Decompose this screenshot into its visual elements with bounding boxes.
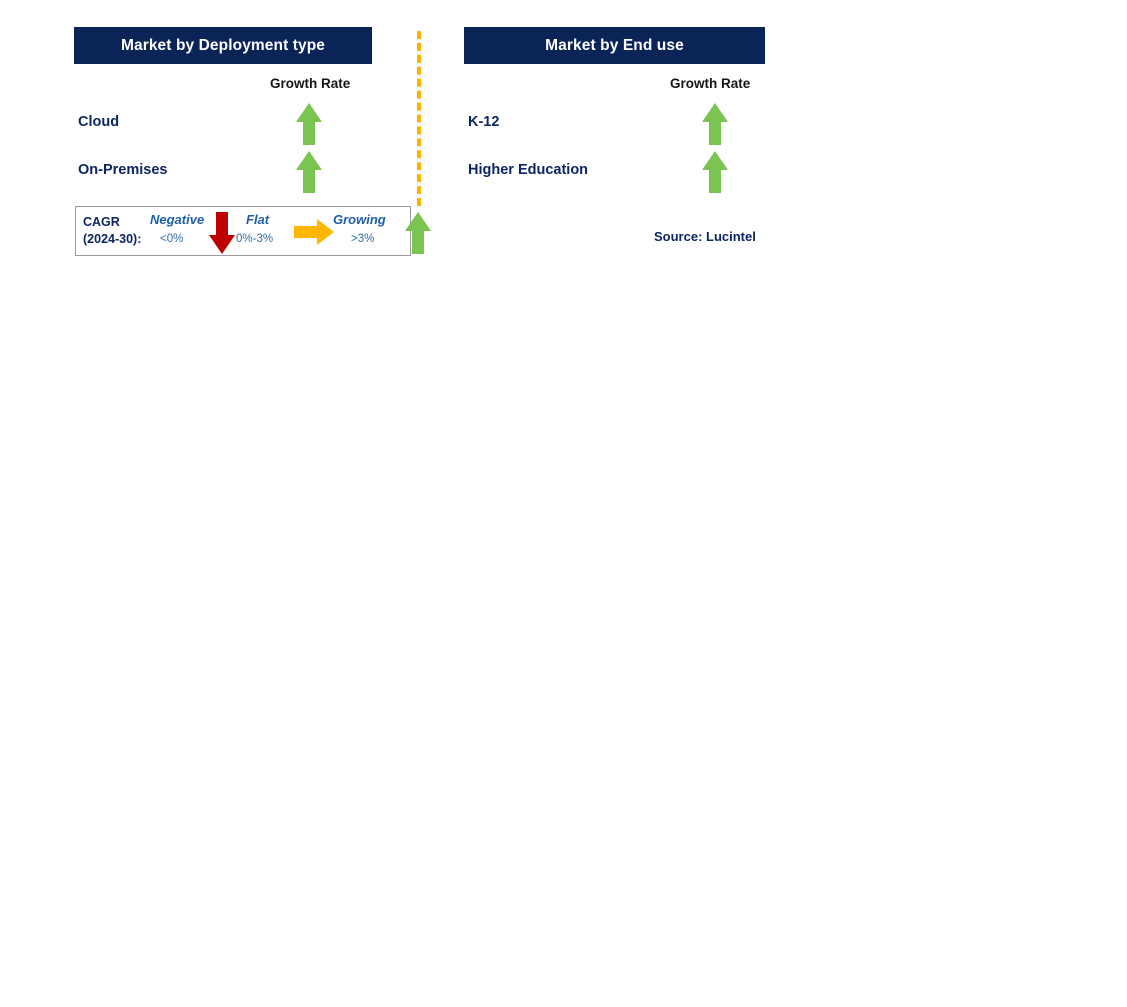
arrow-down-icon xyxy=(209,212,235,254)
arrow-up-icon xyxy=(296,103,322,145)
legend-cagr-line2: (2024-30): xyxy=(83,232,142,246)
table-row: Cloud xyxy=(74,100,414,148)
panel-divider xyxy=(417,31,421,206)
table-row: Higher Education xyxy=(464,148,784,196)
table-row: On-Premises xyxy=(74,148,414,196)
arrow-up-icon xyxy=(405,212,431,254)
arrow-up-icon xyxy=(702,151,728,193)
legend-item-negative: Negative <0% xyxy=(144,207,235,255)
segment-label-on-premises: On-Premises xyxy=(78,162,168,178)
legend-negative-range: <0% xyxy=(160,233,184,245)
segment-label-cloud: Cloud xyxy=(78,114,120,130)
source-attribution: Source: Lucintel xyxy=(654,229,756,244)
legend-cagr-line1: CAGR xyxy=(83,215,120,229)
legend-growing-name: Growing xyxy=(333,212,386,227)
legend-item-flat: Flat 0%-3% xyxy=(234,207,344,255)
growth-indicator-higher-education xyxy=(702,151,728,198)
legend-flat-range: 0%-3% xyxy=(236,233,274,245)
growth-indicator-on-premises xyxy=(296,151,322,198)
segment-label-k-12: K-12 xyxy=(468,114,500,130)
panel-title-deployment-type: Market by Deployment type xyxy=(74,27,372,64)
segment-label-higher-education: Higher Education xyxy=(468,162,589,178)
arrow-up-icon xyxy=(702,103,728,145)
arrow-right-icon xyxy=(294,219,334,245)
table-row: K-12 xyxy=(464,100,784,148)
growth-rate-column-header-end-use: Growth Rate xyxy=(670,76,751,91)
growth-rate-column-header-deployment: Growth Rate xyxy=(270,76,351,91)
cagr-legend: CAGR (2024-30): Negative <0% Flat 0%-3% … xyxy=(75,206,431,256)
legend-negative-name: Negative xyxy=(150,212,205,227)
legend-item-growing: Growing >3% xyxy=(331,207,431,255)
growth-indicator-cloud xyxy=(296,103,322,150)
arrow-up-icon xyxy=(296,151,322,193)
growth-indicator-k-12 xyxy=(702,103,728,150)
legend-flat-name: Flat xyxy=(246,212,270,227)
legend-growing-range: >3% xyxy=(351,233,375,245)
panel-title-end-use: Market by End use xyxy=(464,27,765,64)
legend-cagr-label: CAGR (2024-30): xyxy=(83,214,141,248)
